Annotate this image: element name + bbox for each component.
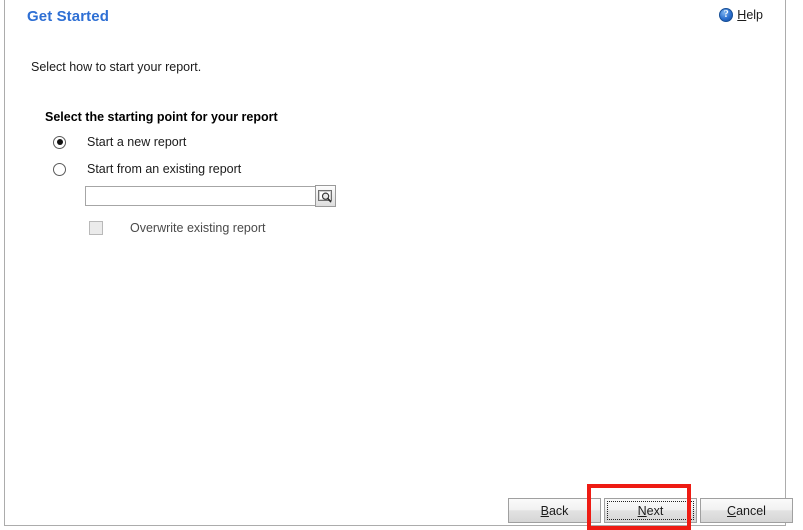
browse-report-button[interactable] [315,185,336,207]
help-link-label: Help [737,8,763,22]
wizard-button-bar: Back Next Cancel [508,498,796,523]
page-title: Get Started [27,8,109,25]
radio-option-start-from-existing-report[interactable]: Start from an existing report [53,160,241,178]
radio-start-from-existing-mark[interactable] [53,162,66,176]
existing-report-path-row [85,185,336,208]
radio-option-start-new-report[interactable]: Start a new report [53,133,186,151]
checkbox-overwrite-label: Overwrite existing report [130,221,266,235]
existing-report-path-input[interactable] [85,186,315,206]
radio-start-new-report-label: Start a new report [87,135,187,149]
cancel-accesskey-letter: C [727,503,737,518]
next-accesskey-letter: N [637,503,647,518]
back-accesskey-letter: B [540,503,549,518]
checkbox-overwrite-mark[interactable] [89,221,103,235]
radio-start-new-report-mark[interactable] [53,135,66,149]
help-label-rest: elp [746,8,763,22]
checkbox-overwrite-existing-report[interactable]: Overwrite existing report [89,221,265,235]
wizard-dialog: Get Started ? Help Select how to start y… [4,0,793,526]
instruction-text: Select how to start your report. [31,60,202,74]
help-accesskey-letter: H [737,8,747,22]
next-label-rest: ext [646,503,664,518]
help-question-icon: ? [719,8,734,22]
cancel-label-rest: ancel [736,503,766,518]
help-link[interactable]: ? Help [719,8,763,22]
magnifier-browse-icon [318,189,332,202]
back-label-rest: ack [548,503,569,518]
option-group-heading: Select the starting point for your repor… [45,110,278,124]
radio-start-from-existing-label: Start from an existing report [87,162,242,176]
back-button[interactable]: Back [508,498,601,523]
next-button[interactable]: Next [604,498,697,523]
cancel-button[interactable]: Cancel [700,498,793,523]
